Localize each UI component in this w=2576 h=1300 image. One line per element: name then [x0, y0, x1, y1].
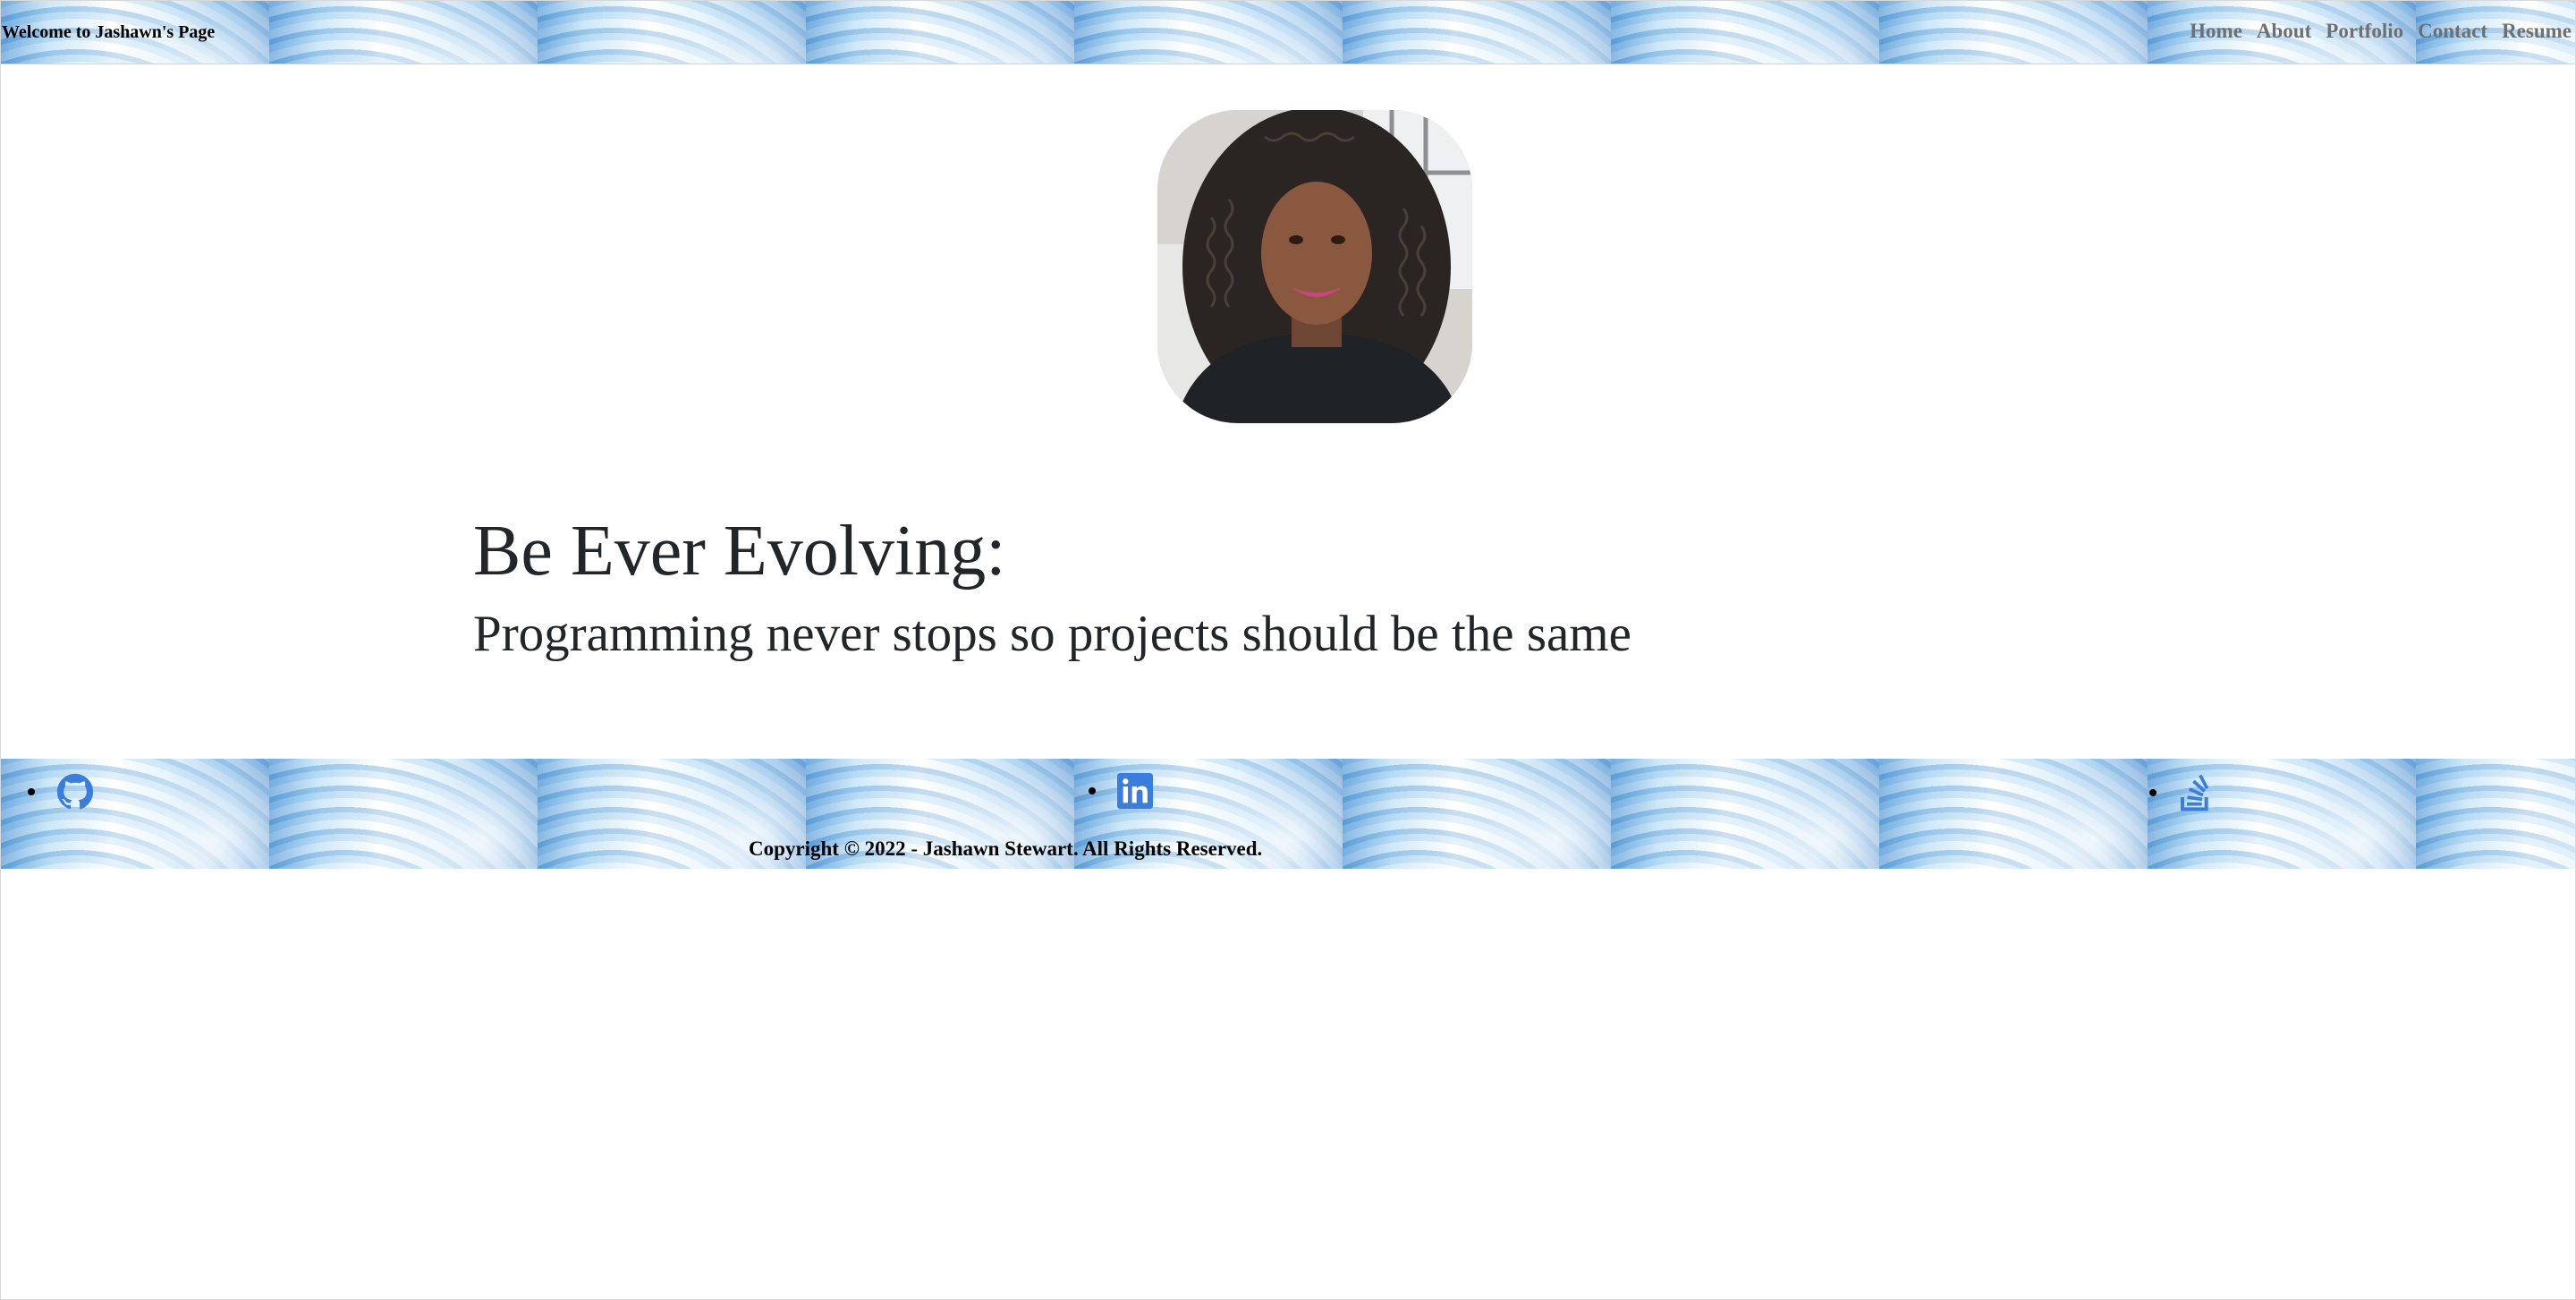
github-icon[interactable] — [56, 773, 94, 811]
nav-about-link[interactable]: About — [2257, 20, 2311, 43]
footer: Copyright © 2022 - Jashawn Stewart. All … — [1, 759, 2575, 869]
list-bullet — [2149, 789, 2157, 796]
hero-subtitle: Programming never stops so projects shou… — [473, 606, 1631, 662]
list-bullet — [1089, 787, 1096, 794]
main-nav: Home About Portfolio Contact Resume — [2190, 20, 2572, 43]
nav-home-link[interactable]: Home — [2190, 20, 2242, 43]
hero-title: Be Ever Evolving: — [473, 512, 1006, 591]
social-item-linkedin — [1089, 773, 1153, 809]
page: Welcome to Jashawn's Page Home About Por… — [0, 0, 2576, 1300]
list-bullet — [28, 788, 35, 795]
brand-title: Welcome to Jashawn's Page — [2, 22, 216, 42]
copyright-text: Copyright © 2022 - Jashawn Stewart. All … — [749, 837, 1263, 860]
social-item-stack-overflow — [2149, 773, 2214, 812]
social-item-github — [28, 773, 94, 811]
nav-portfolio-link[interactable]: Portfolio — [2326, 20, 2403, 43]
profile-photo — [1157, 110, 1472, 423]
stack-overflow-icon[interactable] — [2178, 773, 2214, 812]
profile-photo-illustration — [1157, 110, 1472, 423]
linkedin-icon[interactable] — [1117, 773, 1153, 809]
nav-contact-link[interactable]: Contact — [2418, 20, 2487, 43]
nav-resume-link[interactable]: Resume — [2502, 20, 2572, 43]
top-navbar: Welcome to Jashawn's Page Home About Por… — [1, 1, 2575, 64]
